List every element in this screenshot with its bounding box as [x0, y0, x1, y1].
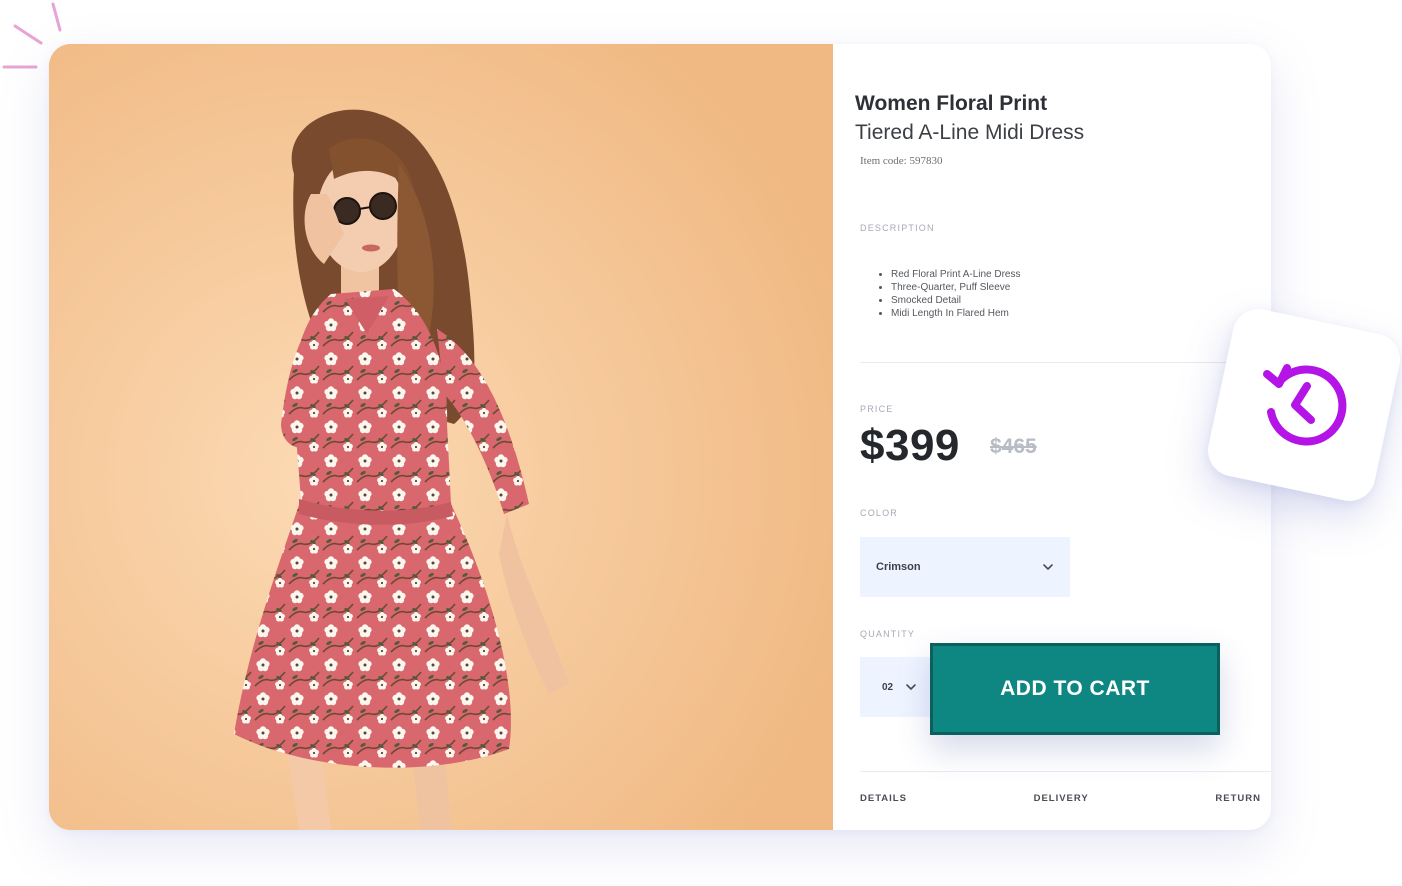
info-tabs: DETAILS DELIVERY RETURN: [860, 793, 1261, 804]
tab-delivery[interactable]: DELIVERY: [1034, 793, 1089, 804]
original-price: $465: [990, 435, 1037, 458]
description-item: Midi Length In Flared Hem: [891, 307, 1021, 320]
description-list: Red Floral Print A-Line Dress Three-Quar…: [879, 268, 1021, 320]
product-title-line-2: Tiered A-Line Midi Dress: [855, 121, 1085, 144]
color-select[interactable]: Crimson: [860, 537, 1070, 597]
product-photo: [49, 44, 833, 830]
quantity-select[interactable]: 02: [860, 657, 940, 717]
item-code: Item code: 597830: [860, 155, 943, 167]
description-item: Red Floral Print A-Line Dress: [891, 268, 1021, 281]
description-item: Three-Quarter, Puff Sleeve: [891, 281, 1021, 294]
quantity-label: QUANTITY: [860, 629, 916, 639]
product-title-line-1: Women Floral Print: [855, 92, 1048, 115]
history-icon: [1263, 364, 1347, 446]
description-item: Smocked Detail: [891, 294, 1021, 307]
tab-return[interactable]: RETURN: [1215, 793, 1261, 804]
tab-details[interactable]: DETAILS: [860, 793, 907, 804]
history-badge: [1203, 304, 1402, 506]
price-label: PRICE: [860, 404, 894, 414]
current-price: $399: [860, 421, 960, 470]
divider: [860, 362, 1271, 363]
color-select-value: Crimson: [876, 561, 921, 573]
quantity-select-value: 02: [882, 681, 894, 693]
chevron-down-icon: [1043, 564, 1053, 570]
description-label: DESCRIPTION: [860, 223, 935, 233]
chevron-down-icon: [906, 684, 916, 690]
divider: [860, 771, 1271, 772]
color-label: COLOR: [860, 508, 899, 518]
add-to-cart-button[interactable]: ADD TO CART: [930, 643, 1220, 735]
